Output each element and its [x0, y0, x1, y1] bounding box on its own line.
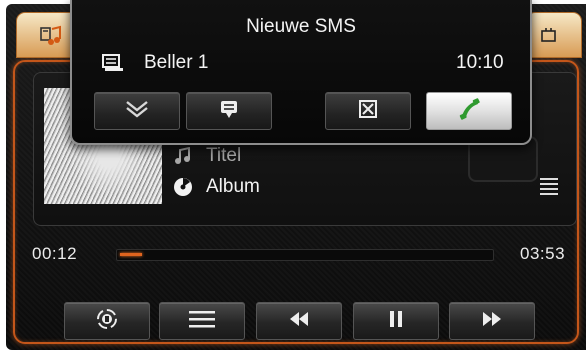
dismiss-button[interactable]: [325, 92, 411, 130]
sms-time: 10:10: [456, 52, 504, 73]
album-name: Album: [206, 176, 260, 197]
source-button[interactable]: [64, 302, 150, 340]
close-box-icon: [359, 99, 377, 123]
track-title: Titel: [206, 145, 242, 166]
phone-call-icon: [458, 97, 480, 125]
disc-icon: [172, 177, 194, 197]
album-row: Album: [172, 176, 260, 198]
playlist-button[interactable]: [159, 302, 245, 340]
track-list-icon[interactable]: [540, 176, 558, 201]
window-icon: [541, 27, 559, 48]
rewind-icon: [289, 311, 309, 331]
sms-sender: Beller 1: [144, 52, 209, 73]
sms-notification-popup: Nieuwe SMS Beller 1 10:10: [70, 0, 532, 145]
current-time: 00:12: [32, 244, 78, 263]
music-note-icon: [172, 147, 194, 165]
track-title-row: Titel: [172, 145, 241, 167]
call-back-button[interactable]: [426, 92, 512, 130]
sms-message-icon: [102, 54, 124, 77]
media-source-icon: [40, 25, 62, 52]
pause-button[interactable]: [353, 302, 439, 340]
fast-forward-icon: [482, 311, 502, 331]
progress-bar[interactable]: [116, 249, 494, 261]
next-button[interactable]: [449, 302, 535, 340]
total-time: 03:53: [520, 244, 566, 263]
previous-button[interactable]: [256, 302, 342, 340]
progress-fill: [120, 253, 142, 256]
list-icon: [189, 309, 215, 334]
pause-icon: [389, 310, 403, 332]
message-icon: [219, 99, 239, 124]
top-right-tab[interactable]: [526, 12, 582, 58]
read-message-button[interactable]: [186, 92, 272, 130]
popup-title: Nieuwe SMS: [246, 16, 356, 37]
speaker-icon: [96, 308, 118, 335]
double-chevron-down-icon: [124, 99, 150, 124]
expand-button[interactable]: [94, 92, 180, 130]
